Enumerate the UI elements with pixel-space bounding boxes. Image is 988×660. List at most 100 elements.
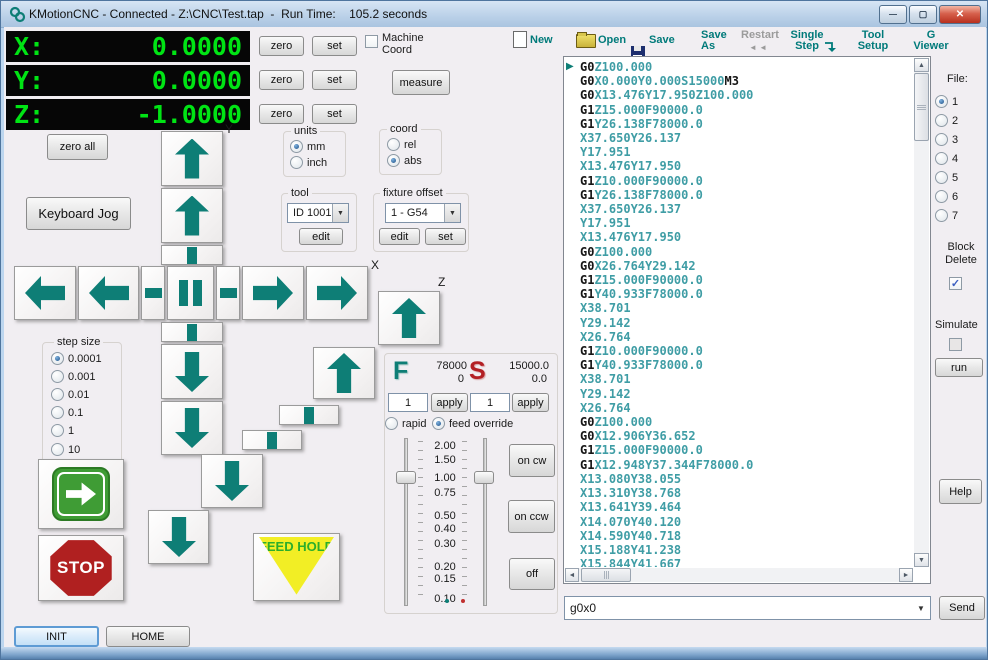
go-button[interactable] (38, 459, 124, 529)
gcode-line[interactable]: Y29.142 (580, 387, 914, 401)
jog-y-plus-fast-button[interactable] (161, 131, 223, 186)
fixture-edit-button[interactable]: edit (379, 228, 420, 245)
jog-y-minus-slow-button[interactable] (161, 344, 223, 399)
maximize-button[interactable]: ▢ (909, 5, 937, 24)
speed-apply-button[interactable]: apply (512, 393, 549, 412)
gcode-line[interactable]: G0X0.000Y0.000S15000M3 (580, 74, 914, 88)
jog-z-plus-step-button[interactable] (279, 405, 339, 425)
feed-slider-handle[interactable] (396, 471, 416, 484)
jog-z-minus-fast-button[interactable] (148, 510, 209, 564)
feed-slider-track[interactable] (404, 438, 408, 606)
units-mm[interactable]: mm (290, 140, 325, 153)
set-y-button[interactable]: set (312, 70, 357, 90)
gcode-line[interactable]: X37.650Y26.137 (580, 131, 914, 145)
zero-all-button[interactable]: zero all (47, 134, 108, 160)
gcode-line[interactable]: X38.701 (580, 372, 914, 386)
gcode-line[interactable]: X14.070Y40.120 (580, 515, 914, 529)
home-button[interactable]: HOME (106, 626, 190, 647)
gcode-hscrollbar[interactable]: ◄ ► (565, 568, 913, 582)
zero-z-button[interactable]: zero (259, 104, 304, 124)
keyboard-jog-button[interactable]: Keyboard Jog (26, 197, 131, 230)
step-size-0.01[interactable]: 0.01 (51, 388, 89, 401)
step-size-10[interactable]: 10 (51, 443, 80, 456)
coord-rel[interactable]: rel (387, 138, 416, 151)
gcode-line[interactable]: X37.650Y26.137 (580, 202, 914, 216)
jog-pause-button[interactable] (167, 266, 214, 320)
toolbar-single-step[interactable]: Single Step (788, 30, 826, 52)
set-z-button[interactable]: set (312, 104, 357, 124)
machine-coord-checkbox[interactable] (365, 35, 378, 48)
new-file-icon[interactable] (513, 31, 527, 48)
gcode-line[interactable]: X13.080Y38.055 (580, 472, 914, 486)
jog-y-plus-slow-button[interactable] (161, 188, 223, 243)
spindle-off-button[interactable]: off (509, 558, 555, 590)
scroll-up-icon[interactable]: ▲ (914, 58, 929, 72)
init-button[interactable]: INIT (14, 626, 99, 647)
scroll-right-icon[interactable]: ► (899, 568, 913, 582)
toolbar-save-as[interactable]: Save As (701, 30, 733, 52)
file-radio-7[interactable]: 7 (935, 209, 958, 222)
minimize-button[interactable]: — (879, 5, 907, 24)
speed-override-input[interactable]: 1 (470, 393, 510, 412)
jog-x-minus-slow-button[interactable] (78, 266, 139, 320)
measure-button[interactable]: measure (392, 70, 450, 95)
gcode-vscrollbar[interactable]: ▲ ▼ (914, 58, 929, 567)
gcode-line[interactable]: G1Z10.000F90000.0 (580, 174, 914, 188)
units-inch[interactable]: inch (290, 156, 327, 169)
gcode-line[interactable]: G1Z15.000F90000.0 (580, 443, 914, 457)
step-size-0.1[interactable]: 0.1 (51, 406, 83, 419)
coord-abs[interactable]: abs (387, 154, 422, 167)
gcode-line[interactable]: X13.641Y39.464 (580, 500, 914, 514)
fixture-combobox[interactable]: 1 - G54 ▼ (385, 203, 461, 223)
send-button[interactable]: Send (939, 596, 985, 620)
open-folder-icon[interactable] (576, 32, 596, 48)
file-radio-6[interactable]: 6 (935, 190, 958, 203)
gcode-line[interactable]: G1Z15.000F90000.0 (580, 273, 914, 287)
gcode-listbox[interactable]: ▶ G0Z100.000 G0X0.000Y0.000S15000M3 G0X13.… (563, 56, 931, 584)
set-x-button[interactable]: set (312, 36, 357, 56)
gcode-line[interactable]: X13.476Y17.950 (580, 230, 914, 244)
gcode-line[interactable]: G1Y40.933F78000.0 (580, 358, 914, 372)
gcode-line[interactable]: G0Z100.000 (580, 415, 914, 429)
jog-x-plus-slow-button[interactable] (242, 266, 304, 320)
speed-slider-track[interactable] (483, 438, 487, 606)
gcode-line[interactable]: X26.764 (580, 401, 914, 415)
jog-y-minus-fast-button[interactable] (161, 401, 223, 455)
jog-z-plus-slow-button[interactable] (313, 347, 375, 399)
gcode-line[interactable]: Y29.142 (580, 316, 914, 330)
tool-edit-button[interactable]: edit (299, 228, 343, 245)
block-delete-checkbox[interactable]: ✓ (949, 277, 962, 290)
toolbar-save[interactable]: Save (649, 35, 675, 46)
hscroll-thumb[interactable] (581, 568, 631, 582)
tool-combobox[interactable]: ID 1001 ▼ (287, 203, 349, 223)
gcode-line[interactable]: Y17.951 (580, 145, 914, 159)
jog-y-minus-step-button[interactable] (161, 322, 223, 342)
gcode-line[interactable]: G1X12.948Y37.344F78000.0 (580, 458, 914, 472)
gcode-line[interactable]: Y17.951 (580, 216, 914, 230)
gcode-line[interactable]: X13.476Y17.950 (580, 159, 914, 173)
gcode-line[interactable]: G0X13.476Y17.950Z100.000 (580, 88, 914, 102)
jog-x-plus-step-button[interactable] (216, 266, 240, 320)
help-button[interactable]: Help (939, 479, 982, 504)
toolbar-g-viewer[interactable]: G Viewer (909, 30, 953, 52)
gcode-line[interactable]: G0X12.906Y36.652 (580, 429, 914, 443)
zero-y-button[interactable]: zero (259, 70, 304, 90)
gcode-line[interactable]: G0X26.764Y29.142 (580, 259, 914, 273)
jog-x-plus-fast-button[interactable] (306, 266, 368, 320)
gcode-line[interactable]: G1Y40.933F78000.0 (580, 287, 914, 301)
file-radio-5[interactable]: 5 (935, 171, 958, 184)
mdi-combobox[interactable]: g0x0 ▼ (564, 596, 931, 620)
toolbar-open[interactable]: Open (598, 35, 626, 46)
gcode-line[interactable]: G0Z100.000 (580, 60, 914, 74)
gcode-line[interactable]: G1Z15.000F90000.0 (580, 103, 914, 117)
step-size-1[interactable]: 1 (51, 424, 74, 437)
gcode-line[interactable]: X26.764 (580, 330, 914, 344)
fixture-set-button[interactable]: set (425, 228, 466, 245)
spindle-on-ccw-button[interactable]: on ccw (508, 500, 555, 533)
file-radio-1[interactable]: 1 (935, 95, 958, 108)
stop-button[interactable]: STOP (38, 535, 124, 601)
jog-x-minus-step-button[interactable] (141, 266, 165, 320)
toolbar-tool-setup[interactable]: Tool Setup (853, 30, 893, 52)
gcode-line[interactable]: X14.590Y40.718 (580, 529, 914, 543)
toolbar-restart[interactable]: Restart (741, 30, 779, 41)
